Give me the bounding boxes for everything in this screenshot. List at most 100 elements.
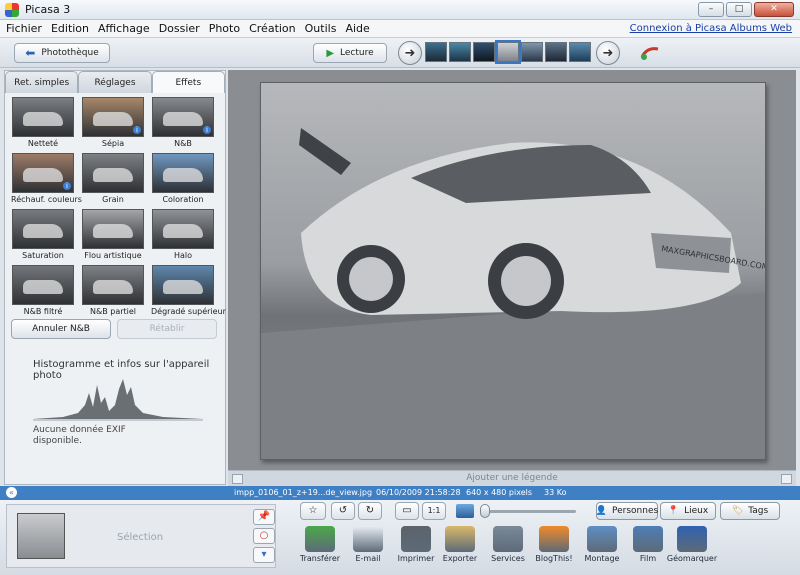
undo-button[interactable]: Annuler N&B — [11, 319, 111, 339]
filmstrip-thumb[interactable] — [449, 42, 471, 62]
effects-grid: Netteté i Sépia i N&B i Réchauf. couleurs Grain… — [11, 97, 226, 317]
actual-size-button[interactable]: 1:1 — [422, 502, 446, 520]
action-upload-arrow-button[interactable]: Transférer — [294, 526, 346, 563]
tray-selected-thumbnail[interactable] — [17, 513, 65, 559]
tab-tuning[interactable]: Réglages — [78, 71, 152, 93]
tab-effects[interactable]: Effets — [151, 71, 225, 93]
action-folder-button[interactable]: Exporter — [434, 526, 486, 563]
actual-size-icon: 1:1 — [427, 506, 441, 515]
add-to-album-icon[interactable]: ▾ — [253, 547, 275, 563]
caption-input[interactable]: Ajouter une légende — [228, 473, 796, 483]
edit-tabs: Ret. simples Réglages Effets — [5, 71, 225, 93]
info-badge-icon: i — [203, 126, 211, 134]
star-button[interactable]: ☆ — [300, 502, 326, 520]
clear-tray-icon[interactable]: ○ — [253, 528, 275, 544]
action-blogger-button[interactable]: BlogThis! — [528, 526, 580, 563]
zoom-slider-handle[interactable] — [480, 504, 490, 518]
menu-aide[interactable]: Aide — [345, 22, 369, 35]
main-photo[interactable]: MAXGRAPHICSBOARD.COM — [260, 82, 766, 460]
places-button[interactable]: 📍 Lieux — [660, 502, 716, 520]
back-arrow-icon: ⬅ — [25, 46, 36, 60]
fit-view-button[interactable]: ▭ — [395, 502, 419, 520]
web-albums-link[interactable]: Connexion à Picasa Albums Web — [630, 23, 792, 34]
status-filename: impp_0106_01_z+19...de_view.jpg — [234, 488, 373, 497]
effect-preview-image — [152, 265, 214, 305]
action-book-button[interactable]: Services — [482, 526, 534, 563]
action-globe-button[interactable]: Géomarquer — [666, 526, 718, 563]
effects-shortcut-button[interactable] — [637, 43, 663, 63]
effect-tile[interactable]: Coloration — [151, 153, 215, 205]
effect-label: N&B — [174, 139, 192, 148]
tags-button[interactable]: 🏷 Tags — [720, 502, 780, 520]
filmstrip-thumb[interactable] — [521, 42, 543, 62]
minimize-button[interactable]: – — [698, 2, 724, 17]
previous-photo-button[interactable]: ➜ — [398, 41, 422, 65]
maximize-button[interactable]: □ — [726, 2, 752, 17]
effect-tile[interactable]: Halo — [151, 209, 215, 261]
rotate-right-button[interactable]: ↻ — [358, 502, 382, 520]
picasa-app-icon — [5, 2, 19, 17]
effect-preview-image: i — [82, 97, 144, 137]
action-label: Géomarquer — [666, 554, 718, 563]
rotate-left-button[interactable]: ↺ — [331, 502, 355, 520]
next-photo-button[interactable]: ➜ — [596, 41, 620, 65]
printer-icon — [401, 526, 431, 552]
effect-label: Flou artistique — [84, 251, 142, 260]
filmstrip-thumb[interactable] — [569, 42, 591, 62]
caption-bar: Ajouter une légende — [228, 470, 796, 486]
rotate-left-icon: ↺ — [338, 505, 348, 516]
effect-tile[interactable]: N&B filtré — [11, 265, 75, 317]
action-montage-button[interactable]: Montage — [576, 526, 628, 563]
collapse-panel-icon[interactable]: « — [6, 487, 17, 498]
effect-label: N&B filtré — [23, 307, 63, 316]
filmstrip-thumb[interactable] — [545, 42, 567, 62]
effect-preview-image — [152, 209, 214, 249]
effect-tile[interactable]: N&B partiel — [81, 265, 145, 317]
window-title: Picasa 3 — [25, 3, 71, 16]
effect-tile[interactable]: Dégradé supérieur — [151, 265, 226, 317]
close-button[interactable]: ✕ — [754, 2, 794, 17]
tag-icon: 🏷 — [731, 506, 744, 516]
book-icon — [493, 526, 523, 552]
menu-fichier[interactable]: Fichier — [6, 22, 42, 35]
hold-pin-icon[interactable]: 📌 — [253, 509, 275, 525]
menu-edition[interactable]: Edition — [51, 22, 89, 35]
action-label: Montage — [584, 554, 620, 563]
effect-preview-image: i — [152, 97, 214, 137]
menu-affichage[interactable]: Affichage — [98, 22, 150, 35]
montage-icon — [587, 526, 617, 552]
action-label: Exporter — [442, 554, 478, 563]
menu-photo[interactable]: Photo — [209, 22, 240, 35]
effect-tile[interactable]: i Réchauf. couleurs — [11, 153, 82, 205]
menu-creation[interactable]: Création — [249, 22, 296, 35]
redo-button[interactable]: Rétablir — [117, 319, 217, 339]
effect-tile[interactable]: Grain — [81, 153, 145, 205]
tab-basic-fixes[interactable]: Ret. simples — [5, 71, 79, 93]
right-arrow-icon: ➜ — [602, 45, 614, 61]
effect-tile[interactable]: i N&B — [151, 97, 215, 149]
play-button[interactable]: ▶ Lecture — [313, 43, 387, 63]
menu-dossier[interactable]: Dossier — [159, 22, 200, 35]
globe-icon — [677, 526, 707, 552]
action-label: Transférer — [299, 554, 341, 563]
filmstrip-thumb-selected[interactable] — [495, 40, 521, 64]
effect-label: Halo — [173, 251, 193, 260]
zoom-slider-track[interactable] — [480, 510, 576, 513]
info-badge-icon: i — [63, 182, 71, 190]
action-envelope-button[interactable]: E-mail — [342, 526, 394, 563]
effect-tile[interactable]: i Sépia — [81, 97, 145, 149]
effect-tile[interactable]: Saturation — [11, 209, 75, 261]
effect-preview-image — [82, 153, 144, 193]
people-button[interactable]: 👤 Personnes — [596, 502, 658, 520]
filmstrip-thumb[interactable] — [473, 42, 495, 62]
library-button[interactable]: ⬅ Photothèque — [14, 43, 110, 63]
menu-outils[interactable]: Outils — [305, 22, 337, 35]
menu-bar: Fichier Edition Affichage Dossier Photo … — [0, 20, 800, 38]
effect-tile[interactable]: Flou artistique — [81, 209, 145, 261]
fit-view-icon: ▭ — [402, 505, 412, 516]
folder-icon — [445, 526, 475, 552]
filmstrip-thumb[interactable] — [425, 42, 447, 62]
caption-expand-icon[interactable] — [781, 474, 792, 484]
toolbar: ⬅ Photothèque ▶ Lecture ➜ ➜ — [0, 38, 800, 68]
effect-tile[interactable]: Netteté — [11, 97, 75, 149]
